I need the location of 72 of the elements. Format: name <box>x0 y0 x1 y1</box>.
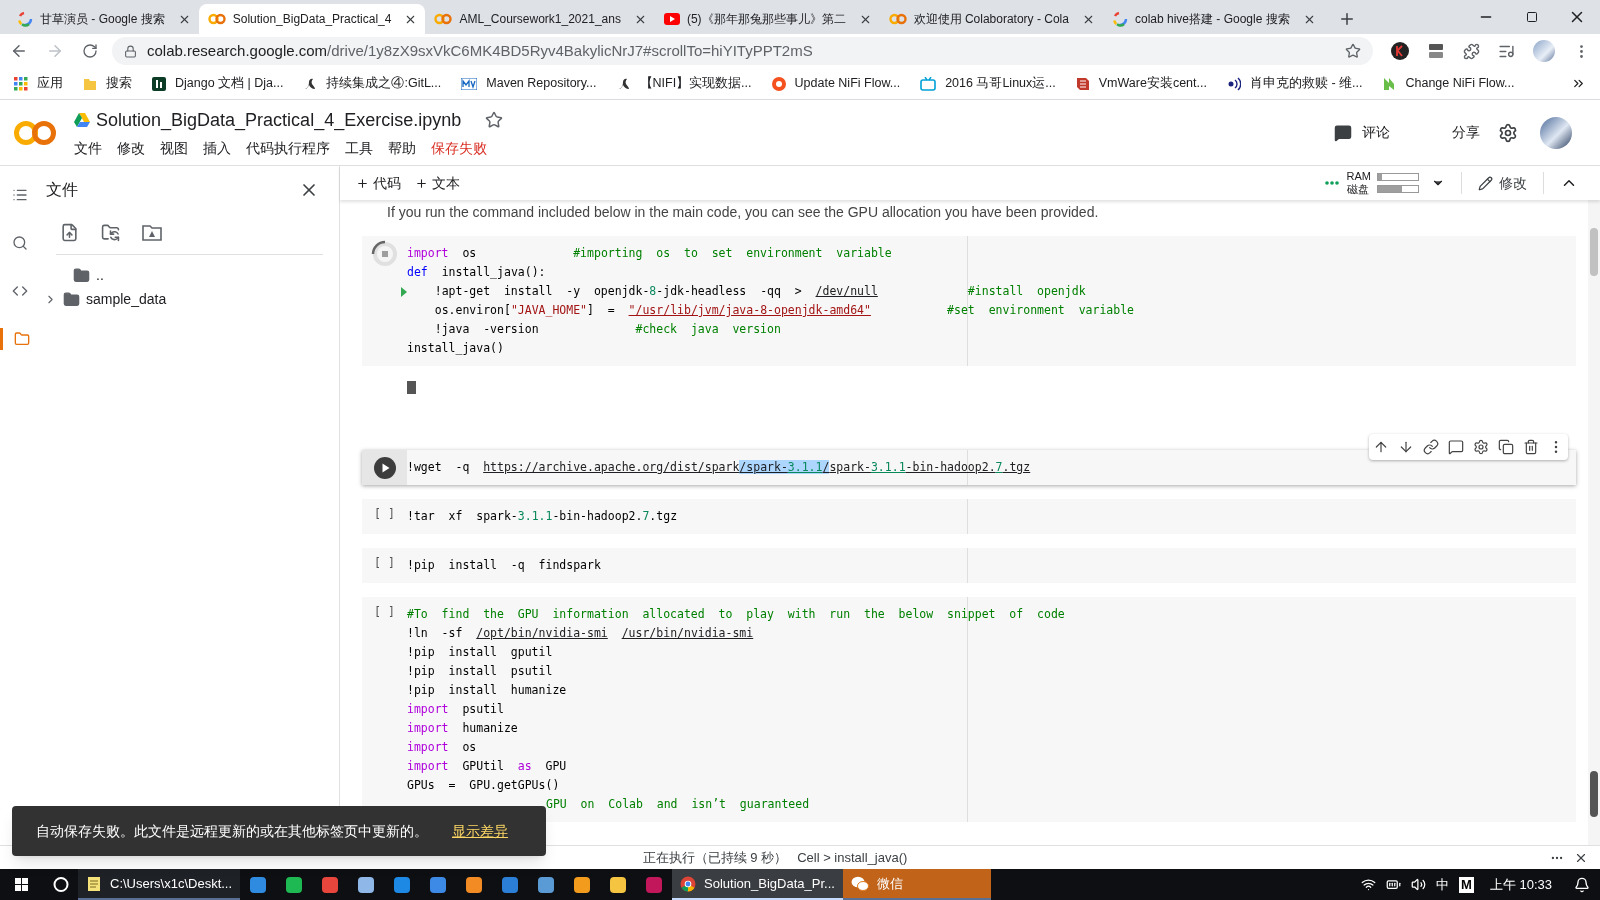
bookmark-item[interactable]: 2016 马哥Linux运... <box>920 74 1056 93</box>
file-tree-item[interactable]: sample_data <box>40 289 167 309</box>
code-line: !ln -sf /opt/bin/nvidia-smi /usr/bin/nvidia-smi <box>407 625 754 642</box>
bookmark-item[interactable]: 肖申克的救赎 - 维... <box>1226 74 1363 93</box>
menu-item[interactable]: 插入 <box>203 137 231 159</box>
bookmark-item[interactable]: VmWare安装cent... <box>1075 74 1207 93</box>
code-line: GPU on Colab and isn’t guaranteed <box>546 796 810 813</box>
code-line: import humanize <box>407 720 518 737</box>
menu-item[interactable]: 修改 <box>117 137 145 159</box>
bookmark-item[interactable]: 搜索 <box>83 74 132 93</box>
code-line: !apt-get install -y openjdk-8-jdk-headless -qq > /dev/null #install openjdk <box>433 283 1086 300</box>
code-line: import os #importing os to set environment variable <box>407 245 892 262</box>
code-line: !pip install psutil <box>407 663 553 680</box>
bookmark-item[interactable]: 应用 <box>14 74 63 93</box>
menu-item[interactable]: 工具 <box>345 137 373 159</box>
browser-tab[interactable]: 欢迎使用 Colaboratory - Cola <box>879 4 1103 34</box>
edit-button[interactable]: 修改 <box>1478 172 1527 194</box>
code-line: !pip install humanize <box>407 682 567 699</box>
code-line: GPUs = GPU.getGPUs() <box>407 777 560 794</box>
browser-tab[interactable]: Solution_BigData_Practical_4 <box>198 4 426 34</box>
bookmark-item[interactable]: Django 文档 | Dja... <box>152 74 284 93</box>
taskbar-window[interactable]: 微信 <box>842 869 991 900</box>
browser-tab[interactable]: 甘草演员 - Google 搜索 <box>8 4 199 34</box>
notebook-title[interactable]: Solution_BigData_Practical_4_Exercise.ipynb <box>96 106 462 134</box>
input-method-indicator[interactable]: 中 <box>1436 874 1449 895</box>
browser-tab[interactable]: AML_Coursework1_2021_ans <box>425 4 655 34</box>
file-tree-item[interactable]: .. <box>40 265 104 285</box>
save-status-text[interactable]: 保存失败 <box>431 137 487 159</box>
current-cell-text[interactable]: Cell > install_java() <box>797 847 908 868</box>
menu-item[interactable]: 视图 <box>160 137 188 159</box>
code-line: !pip install -q findspark <box>407 557 601 574</box>
address-bar[interactable]: colab.research.google.com/drive/1y8zX9sxVkC6MK4BD5Ryv4BakylicNrJ7#scrollTo=hiYITyPPT2mS <box>112 37 1373 65</box>
share-button[interactable]: 分享 <box>1452 122 1480 143</box>
clock-text[interactable]: 上午 10:33 <box>1489 874 1552 895</box>
taskbar-window[interactable]: C:\Users\x1c\Deskt... <box>78 869 241 900</box>
add-code-button[interactable]: 代码 <box>352 172 405 194</box>
add-text-button[interactable]: 文本 <box>411 172 464 194</box>
menu-item[interactable]: 文件 <box>74 137 102 159</box>
code-line: !pip install gputil <box>407 644 553 661</box>
code-line: install_java() <box>407 340 504 357</box>
code-line: !tar xf spark-3.1.1-bin-hadoop2.7.tgz <box>407 508 678 525</box>
cell-prompt[interactable]: [ ] <box>374 506 395 524</box>
code-line: !java -version #check java version <box>433 321 781 338</box>
execution-status: 正在执行（已持续 9 秒） <box>642 848 788 867</box>
bookmark-item[interactable]: 【NIFI】实现数据... <box>616 74 752 93</box>
show-diff-link[interactable]: 显示差异 <box>452 820 508 842</box>
toast-message: 自动保存失败。此文件是远程更新的或在其他标签页中更新的。 <box>36 821 428 841</box>
menu-item[interactable]: 帮助 <box>388 137 416 159</box>
bookmark-item[interactable]: Update NiFi Flow... <box>771 74 901 93</box>
code-line: !wget -q https://archive.apache.org/dist/spark/spark-3.1.1/spark-3.1.1-bin-hadoop2.7.tgz <box>407 459 1031 476</box>
ram-label: RAM <box>1346 170 1371 183</box>
code-line: os.environ["JAVA_HOME"] = "/usr/lib/jvm/java-8-openjdk-amd64" #set environment variable <box>433 302 1135 319</box>
menu-item[interactable]: 代码执行程序 <box>246 137 330 159</box>
cell-prompt[interactable]: [ ] <box>374 604 395 622</box>
disk-label: 磁盘 <box>1346 183 1370 196</box>
browser-tab[interactable]: (5)《那年那兔那些事儿》第二 <box>654 4 880 34</box>
bookmark-item[interactable]: Change NiFi Flow... <box>1382 74 1515 93</box>
panel-title: 文件 <box>46 180 78 200</box>
input-mode-indicator[interactable]: M <box>1459 876 1474 893</box>
code-line: import os <box>407 739 477 756</box>
taskbar-window[interactable]: Solution_BigData_Pr... <box>672 869 843 900</box>
code-line: import psutil <box>407 701 504 718</box>
cell-prompt[interactable]: [ ] <box>374 555 395 573</box>
browser-tab[interactable]: colab hive搭建 - Google 搜索 <box>1102 4 1324 34</box>
comment-button[interactable]: 评论 <box>1326 122 1398 143</box>
url-text: colab.research.google.com/drive/1y8zX9sxVkC6MK4BD5Ryv4BakylicNrJ7#scrollTo=hiYITyPPT2mS <box>147 40 814 61</box>
text-cell-paragraph: If you run the command included below in the main code, you can see the GPU allocation you have been provided. <box>386 204 1099 220</box>
code-line: #To find the GPU information allocated to play with run the below snippet of code <box>407 606 1065 623</box>
code-line: import GPUtil as GPU <box>407 758 567 775</box>
bookmark-item[interactable]: Maven Repository... <box>461 74 597 93</box>
bookmark-item[interactable]: 持续集成之④:GitL... <box>303 74 442 93</box>
code-line: def install_java(): <box>407 264 546 281</box>
